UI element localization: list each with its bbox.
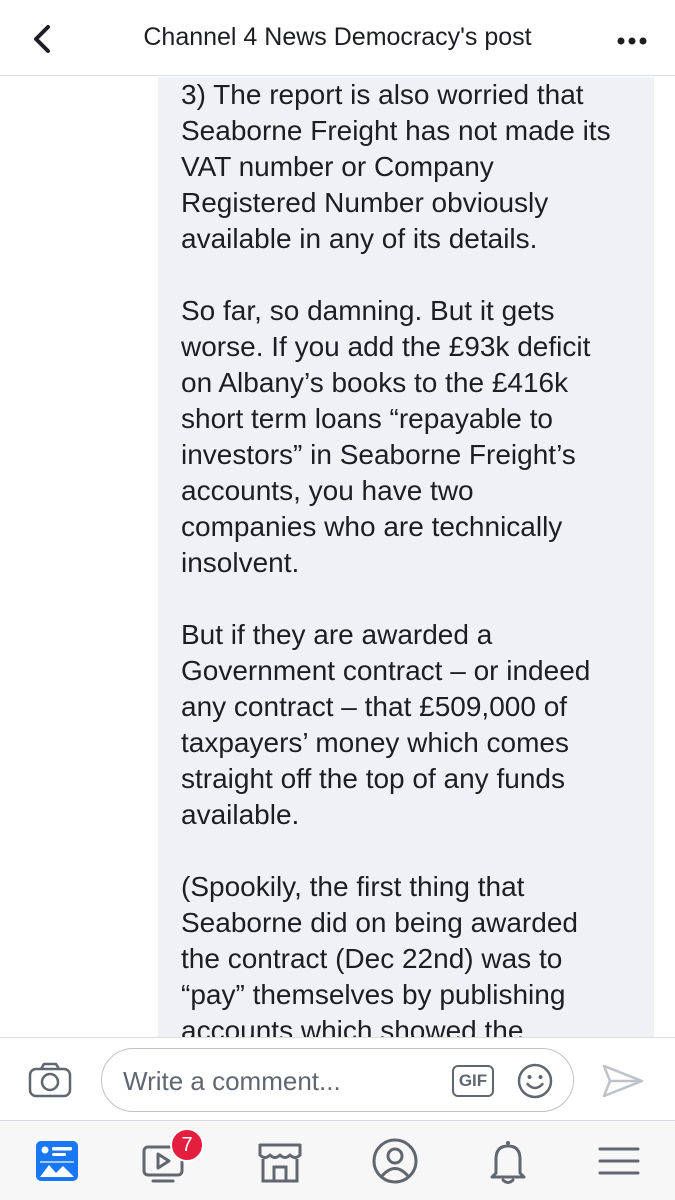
more-dots-icon: [617, 37, 647, 45]
post-text: 3) The report is also worried that Seabo…: [181, 77, 646, 1037]
camera-icon: [28, 1062, 72, 1098]
post-paragraph: (Spookily, the first thing that Seaborne…: [181, 871, 578, 1037]
comment-placeholder: Write a comment...: [123, 1066, 341, 1096]
comment-input[interactable]: Write a comment... GIF: [101, 1048, 574, 1112]
smiley-icon: [517, 1063, 553, 1099]
bottom-tab-bar: 7: [0, 1120, 675, 1200]
watch-notification-badge: 7: [170, 1128, 204, 1162]
post-paragraph: So far, so damning. But it gets worse. I…: [181, 295, 591, 578]
chevron-left-icon: [34, 25, 50, 53]
comment-composer: Write a comment... GIF: [0, 1037, 675, 1120]
bell-icon: [490, 1141, 526, 1184]
tab-news-feed[interactable]: [27, 1131, 87, 1191]
send-icon: [602, 1064, 644, 1098]
more-options-button[interactable]: [615, 26, 649, 56]
tab-menu[interactable]: [589, 1131, 649, 1191]
back-button[interactable]: [26, 22, 60, 56]
tab-marketplace[interactable]: [250, 1131, 310, 1191]
page-title: Channel 4 News Democracy's post: [143, 23, 532, 51]
hamburger-menu-icon: [598, 1147, 640, 1175]
top-navigation-bar: Channel 4 News Democracy's post: [0, 0, 675, 76]
profile-icon: [372, 1138, 418, 1184]
post-paragraph: 3) The report is also worried that Seabo…: [181, 79, 611, 254]
post-content-area[interactable]: 3) The report is also worried that Seabo…: [0, 77, 675, 1037]
gif-button[interactable]: GIF: [452, 1065, 494, 1097]
send-button[interactable]: [600, 1062, 646, 1100]
post-paragraph: But if they are awarded a Government con…: [181, 619, 591, 830]
camera-button[interactable]: [28, 1062, 72, 1098]
tab-profile[interactable]: [365, 1131, 425, 1191]
emoji-button[interactable]: [516, 1062, 554, 1100]
tab-notifications[interactable]: [478, 1131, 538, 1191]
news-feed-icon: [36, 1141, 78, 1181]
marketplace-icon: [258, 1143, 302, 1183]
